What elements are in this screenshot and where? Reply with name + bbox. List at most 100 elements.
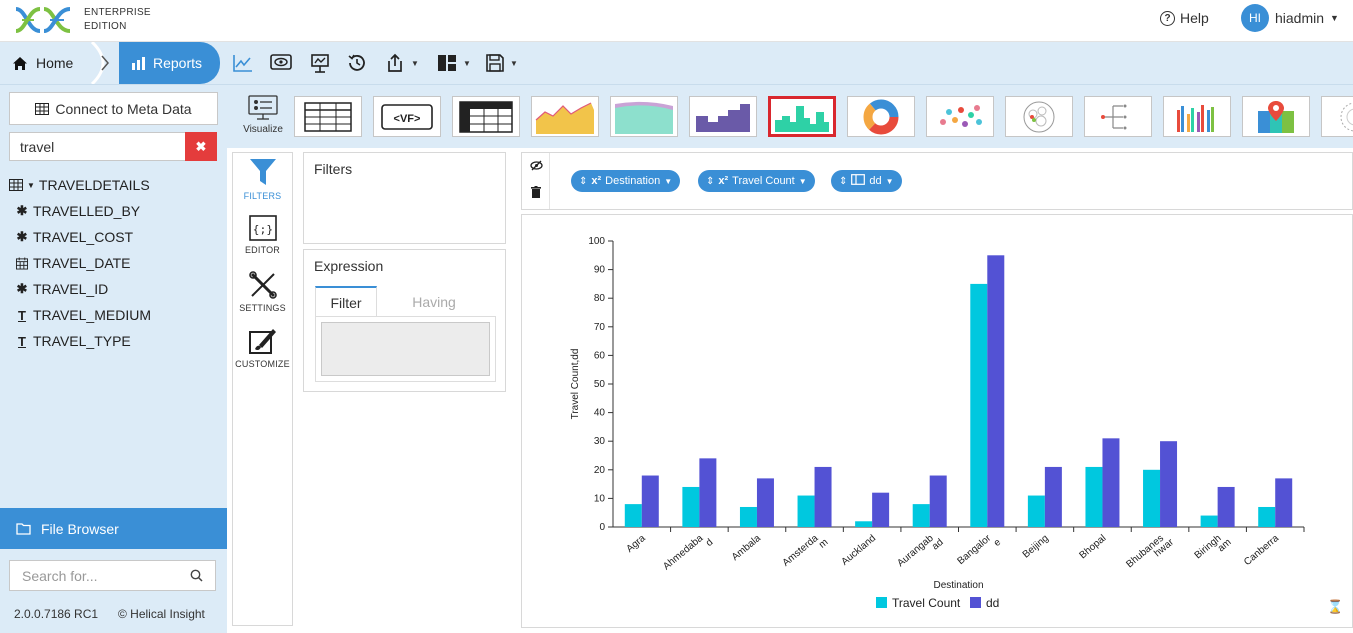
edition-line-2: EDITION — [84, 21, 127, 32]
tab-filters-label: FILTERS — [243, 191, 282, 201]
viz-donut[interactable] — [847, 96, 915, 137]
tab-settings[interactable]: SETTINGS — [233, 271, 292, 313]
viz-vf[interactable]: <VF> — [373, 96, 441, 137]
vf-icon: <VF> — [381, 103, 433, 130]
connect-meta-data-label: Connect to Meta Data — [55, 100, 192, 117]
export-tool[interactable]: ▼ — [385, 52, 419, 74]
field-item[interactable]: ✱ TRAVEL_COST — [16, 229, 134, 245]
trash-icon[interactable] — [530, 186, 542, 198]
pill-label: Travel Count — [732, 175, 795, 187]
breadcrumb-home[interactable]: Home — [0, 42, 92, 84]
hourglass-icon[interactable]: ⌛ — [1327, 599, 1343, 615]
field-label: TRAVEL_DATE — [33, 255, 131, 271]
field-item[interactable]: ✱ TRAVELLED_BY — [16, 203, 141, 219]
field-item[interactable]: ✱ TRAVEL_ID — [16, 281, 109, 297]
expression-textarea[interactable] — [321, 322, 490, 376]
x-tick-label: m — [817, 537, 830, 551]
help-link[interactable]: ? Help — [1160, 10, 1209, 26]
presentation-tool[interactable] — [310, 52, 330, 74]
tab-editor[interactable]: {;} EDITOR — [233, 215, 292, 255]
funnel-icon — [249, 159, 276, 185]
y-tick-label: 0 — [599, 522, 605, 533]
visualize-strip: Visualize <VF> — [227, 85, 1353, 148]
connect-meta-data-button[interactable]: Connect to Meta Data — [9, 92, 218, 125]
presentation-icon — [311, 54, 329, 73]
preview-tool[interactable] — [270, 52, 292, 74]
pill-function-label: x² — [591, 175, 602, 187]
tab-editor-label: EDITOR — [244, 245, 281, 255]
bar-travel-count — [797, 495, 815, 527]
customize-brush-icon — [248, 329, 276, 354]
version-label: 2.0.0.7186 RC1 — [14, 607, 99, 621]
viz-scatter[interactable] — [926, 96, 994, 137]
eye-slash-icon[interactable] — [530, 160, 543, 171]
field-item[interactable]: T TRAVEL_TYPE — [16, 333, 131, 349]
tree-table-node[interactable]: ▼ TRAVELDETAILS — [9, 177, 150, 193]
x-tick-label: Aurangab — [895, 533, 936, 570]
viz-crosstab[interactable] — [452, 96, 520, 137]
viz-map[interactable] — [1242, 96, 1310, 137]
text-icon: T — [18, 333, 26, 349]
viz-grouped-bar[interactable] — [1163, 96, 1231, 137]
file-browser-button[interactable]: File Browser — [0, 508, 227, 549]
tab-filters[interactable]: FILTERS — [233, 157, 292, 201]
clear-search-button[interactable]: ✖ — [185, 132, 217, 161]
folder-icon — [16, 523, 31, 535]
bar-dd — [699, 458, 717, 527]
histogram-icon — [775, 105, 829, 132]
viz-histogram[interactable] — [768, 96, 836, 137]
field-pill-dd[interactable]: ⇕ dd ▼ — [831, 170, 902, 192]
legend-label-dd: dd — [986, 596, 999, 610]
metadata-search-input[interactable] — [9, 132, 186, 161]
bar-chart: 0 10 20 30 40 50 60 70 80 90 100 Agra Ahmedabad Ambal… — [570, 236, 1305, 610]
x-tick-label: Beijing — [1021, 533, 1051, 561]
x-tick-label: d — [704, 537, 715, 549]
visualize-button[interactable]: Visualize — [233, 95, 293, 141]
bar-travel-count — [1200, 515, 1218, 527]
help-label: Help — [1180, 10, 1209, 26]
tab-customize[interactable]: CUSTOMIZE — [233, 327, 292, 369]
history-tool[interactable] — [347, 52, 367, 74]
crosstab-icon — [459, 100, 513, 133]
file-search-input[interactable]: Search for... — [9, 560, 216, 591]
helical-logo[interactable] — [14, 5, 74, 35]
bar-dd — [1044, 466, 1062, 527]
field-label: TRAVELLED_BY — [33, 203, 141, 219]
pill-label: dd — [869, 175, 882, 187]
donut-chart-icon — [863, 99, 899, 134]
stacked-area-icon — [615, 101, 673, 134]
layout-tool[interactable]: ▼ — [437, 52, 471, 74]
breadcrumb-reports[interactable]: Reports — [119, 42, 220, 84]
viz-area[interactable] — [531, 96, 599, 137]
table-icon — [35, 102, 50, 115]
tab-having[interactable]: Having — [384, 286, 484, 317]
viz-stacked-area[interactable] — [610, 96, 678, 137]
field-item[interactable]: TRAVEL_DATE — [16, 255, 131, 271]
field-pill-travel-count[interactable]: ⇕ x² Travel Count ▼ — [698, 170, 815, 192]
viz-bubble[interactable] — [1005, 96, 1073, 137]
field-pill-destination[interactable]: ⇕ x² Destination ▼ — [571, 170, 681, 192]
fields-bar-icons — [522, 153, 550, 209]
x-tick-label: Auckland — [839, 533, 878, 568]
bar-dd — [987, 255, 1005, 528]
user-menu[interactable]: HI hiadmin ▼ — [1241, 4, 1339, 32]
bar-travel-count — [1027, 495, 1045, 527]
tab-filter[interactable]: Filter — [315, 286, 377, 317]
bar-travel-count — [912, 504, 930, 527]
y-tick-label: 80 — [594, 293, 606, 304]
table-icon — [9, 179, 23, 191]
viz-tree[interactable] — [1084, 96, 1152, 137]
viz-step[interactable] — [689, 96, 757, 137]
x-axis-label: Destination — [933, 580, 983, 591]
eye-screen-icon — [270, 54, 292, 70]
bar-travel-count — [855, 521, 873, 527]
reports-icon — [132, 57, 145, 70]
radial-chart-icon — [1340, 102, 1353, 131]
file-browser-label: File Browser — [41, 520, 119, 537]
viz-table[interactable] — [294, 96, 362, 137]
save-tool[interactable]: ▼ — [486, 52, 518, 74]
line-chart-tool[interactable] — [233, 52, 253, 74]
viz-more[interactable] — [1321, 96, 1353, 137]
field-item[interactable]: T TRAVEL_MEDIUM — [16, 307, 151, 323]
tools-icon — [248, 271, 277, 299]
